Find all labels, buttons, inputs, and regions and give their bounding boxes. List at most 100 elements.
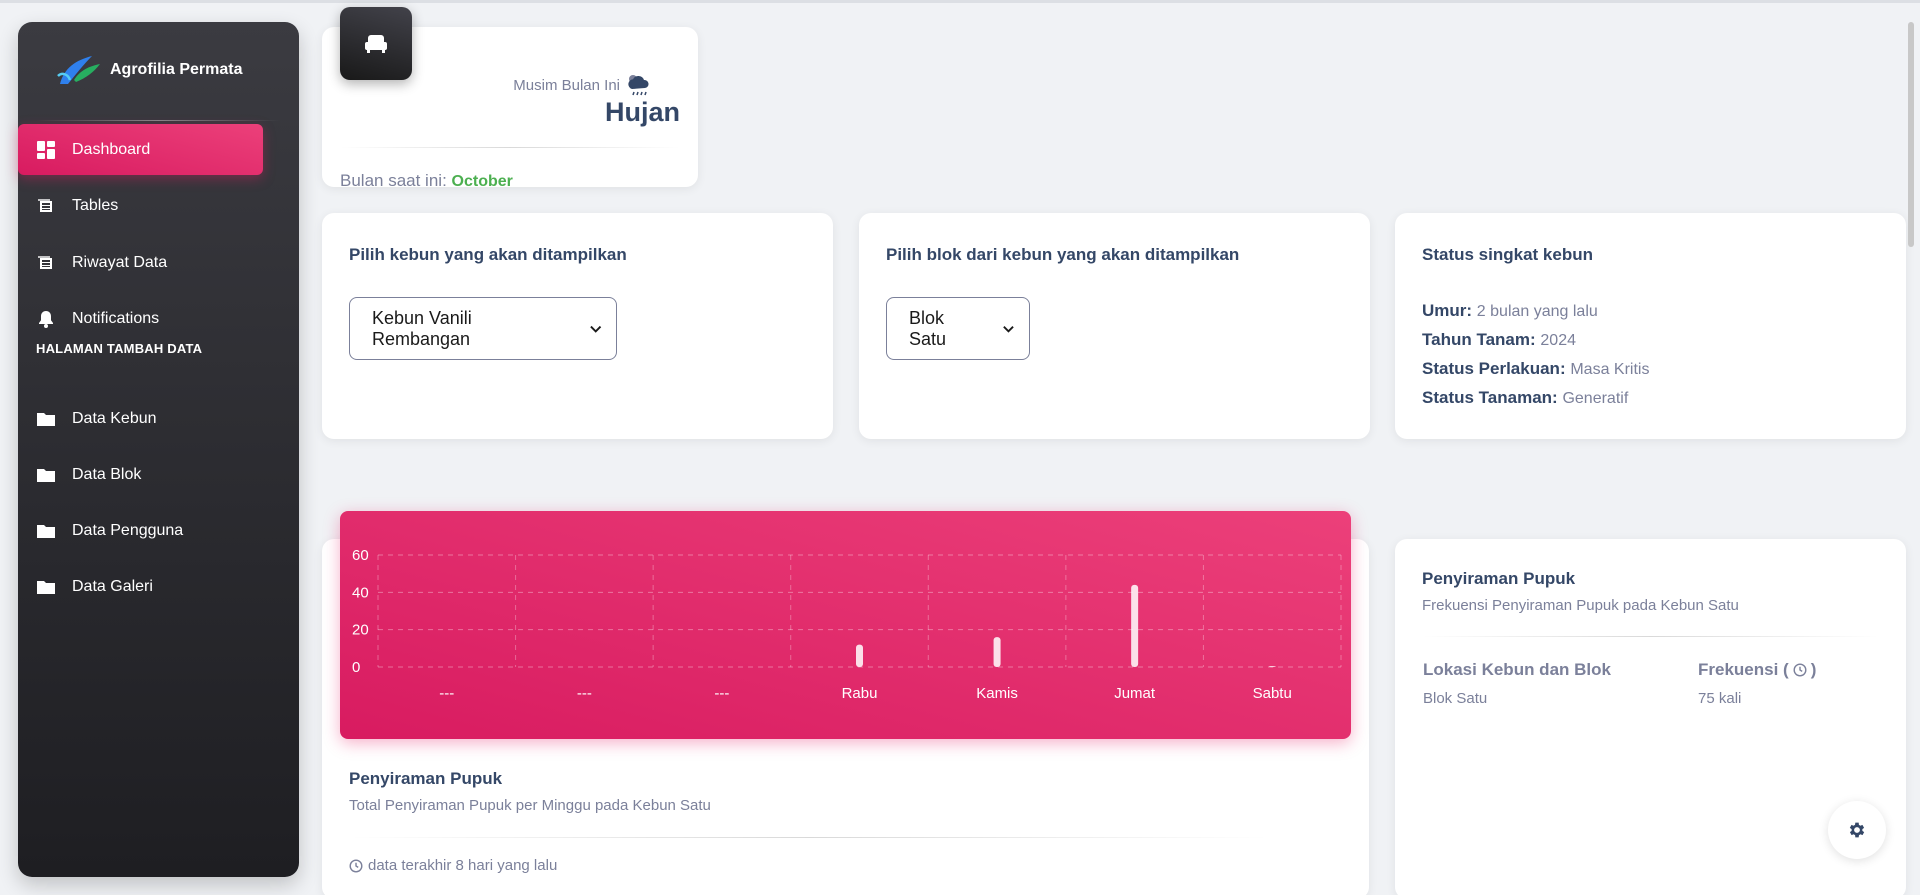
- blok-select[interactable]: Blok Satu: [886, 297, 1030, 360]
- sidebar-item-data-pengguna[interactable]: Data Pengguna: [18, 505, 263, 556]
- status-umur-label: Umur:: [1422, 301, 1473, 320]
- x-tick-label: ---: [439, 685, 454, 702]
- status-umur: Umur: 2 bulan yang lalu: [1422, 301, 1598, 321]
- frequency-card-title: Penyiraman Pupuk: [1422, 569, 1576, 588]
- status-tanaman: Status Tanaman: Generatif: [1422, 388, 1628, 408]
- location-value: Blok Satu: [1423, 690, 1488, 707]
- status-tanaman-label: Status Tanaman:: [1422, 388, 1558, 407]
- season-month-value: October: [451, 173, 513, 190]
- status-perlakuan-value: Masa Kritis: [1570, 361, 1650, 378]
- x-tick-label: ---: [714, 685, 729, 702]
- chart-bar[interactable]: [1131, 584, 1139, 667]
- frequency-value: 75 kali: [1698, 690, 1742, 707]
- sidebar-item-label: Riwayat Data: [72, 253, 168, 271]
- chart-card-footer-text: data terakhir 8 hari yang lalu: [368, 857, 558, 874]
- frequency-header-text: Frekuensi (: [1698, 660, 1789, 679]
- season-label-text: Musim Bulan Ini: [513, 76, 620, 94]
- x-tick-label: Jumat: [1114, 685, 1156, 702]
- status-perlakuan-label: Status Perlakuan:: [1422, 359, 1566, 378]
- kebun-select[interactable]: Kebun Vanili Rembangan: [349, 297, 617, 360]
- chart-bar[interactable]: [1268, 666, 1276, 668]
- location-column-header: Lokasi Kebun dan Blok: [1423, 660, 1611, 679]
- brand[interactable]: Agrofilia Permata: [54, 50, 242, 90]
- table-icon: [36, 253, 56, 273]
- season-month-label: Bulan saat ini:: [340, 171, 447, 190]
- sidebar-item-notifications[interactable]: Notifications: [18, 293, 263, 344]
- sidebar-divider: [36, 120, 281, 121]
- status-tahun-value: 2024: [1540, 332, 1576, 349]
- bar-chart: 0 20 40 60 --- --- --- Rabu Kamis Jumat Sabtu: [352, 547, 1342, 702]
- table-icon: [36, 196, 56, 216]
- y-tick-label: 60: [352, 547, 369, 564]
- gear-icon: [1849, 822, 1865, 838]
- chevron-down-icon: [1003, 325, 1014, 333]
- sidebar-item-label: Data Pengguna: [72, 521, 184, 539]
- chart-card-footer: data terakhir 8 hari yang lalu: [349, 857, 557, 874]
- season-divider: [340, 147, 680, 148]
- season-month: Bulan saat ini: October: [340, 171, 513, 191]
- status-tahun: Tahun Tanam: 2024: [1422, 330, 1576, 350]
- chart-card-divider: [349, 837, 1269, 838]
- brand-logo-icon: [57, 56, 100, 84]
- sidebar-item-data-blok[interactable]: Data Blok: [18, 449, 263, 500]
- blok-select-value: Blok Satu: [909, 307, 947, 349]
- sidebar-item-label: Notifications: [72, 309, 160, 327]
- brand-name: Agrofilia Permata: [110, 61, 243, 78]
- top-border: [0, 0, 1920, 3]
- chart-card-subtitle: Total Penyiraman Pupuk per Minggu pada K…: [349, 797, 711, 814]
- season-value: Hujan: [604, 97, 680, 127]
- sidebar-item-data-galeri[interactable]: Data Galeri: [18, 561, 263, 612]
- sidebar-item-label: Data Blok: [72, 465, 142, 483]
- sidebar-item-label: Tables: [72, 196, 119, 214]
- kebun-select-card: Pilih kebun yang akan ditampilkan Kebun …: [322, 213, 833, 439]
- status-card: Status singkat kebun Umur: 2 bulan yang …: [1395, 213, 1906, 439]
- cloud-rain-icon: [628, 75, 649, 96]
- chart-bar[interactable]: [993, 637, 1001, 667]
- blok-select-card: Pilih blok dari kebun yang akan ditampil…: [859, 213, 1370, 439]
- x-tick-label: Kamis: [976, 685, 1018, 702]
- x-tick-label: Sabtu: [1253, 685, 1292, 702]
- sidebar-item-dashboard[interactable]: Dashboard: [18, 124, 263, 175]
- sofa-icon: [365, 34, 387, 53]
- folder-icon: [36, 521, 56, 541]
- sidebar-section-title: HALAMAN TAMBAH DATA: [36, 341, 203, 356]
- sidebar-item-data-kebun[interactable]: Data Kebun: [18, 393, 263, 444]
- kebun-select-title: Pilih kebun yang akan ditampilkan: [349, 245, 627, 264]
- sidebar-item-label: Data Galeri: [72, 577, 153, 595]
- kebun-select-value: Kebun Vanili Rembangan: [372, 307, 472, 349]
- frequency-column-header: Frekuensi ( ): [1698, 660, 1816, 680]
- status-title: Status singkat kebun: [1422, 245, 1593, 264]
- frequency-header-close: ): [1810, 660, 1817, 679]
- chevron-down-icon: [589, 325, 601, 333]
- dashboard-icon: [36, 140, 56, 160]
- status-tanaman-value: Generatif: [1562, 390, 1629, 407]
- folder-icon: [36, 577, 56, 597]
- season-icon-box: [340, 7, 412, 80]
- y-tick-label: 0: [352, 659, 360, 676]
- frequency-card-divider: [1422, 636, 1879, 637]
- x-tick-label: Rabu: [842, 685, 878, 702]
- page-scrollbar[interactable]: [1908, 22, 1914, 247]
- season-label: Musim Bulan Ini: [513, 71, 652, 99]
- sidebar-item-label: Dashboard: [72, 140, 151, 158]
- status-umur-value: 2 bulan yang lalu: [1476, 303, 1598, 320]
- bell-icon: [36, 309, 56, 329]
- status-perlakuan: Status Perlakuan: Masa Kritis: [1422, 359, 1649, 379]
- chart-bar[interactable]: [856, 644, 863, 667]
- clock-icon: [1793, 663, 1807, 677]
- settings-button[interactable]: [1828, 801, 1886, 859]
- sidebar-item-label: Data Kebun: [72, 409, 157, 427]
- folder-icon: [36, 465, 56, 485]
- sidebar-item-tables[interactable]: Tables: [18, 180, 263, 231]
- frequency-card: Penyiraman Pupuk Frekuensi Penyiraman Pu…: [1395, 539, 1906, 895]
- clock-icon: [349, 858, 363, 873]
- chart-panel: 0 20 40 60 --- --- --- Rabu Kamis Jumat Sabtu: [340, 511, 1351, 739]
- chart-card-title: Penyiraman Pupuk: [349, 769, 503, 788]
- frequency-card-subtitle: Frekuensi Penyiraman Pupuk pada Kebun Sa…: [1422, 597, 1739, 614]
- y-tick-label: 40: [352, 584, 369, 601]
- blok-select-title: Pilih blok dari kebun yang akan ditampil…: [886, 245, 1240, 264]
- status-tahun-label: Tahun Tanam:: [1422, 330, 1536, 349]
- x-tick-label: ---: [577, 685, 592, 702]
- folder-icon: [36, 409, 56, 429]
- sidebar-item-riwayat-data[interactable]: Riwayat Data: [18, 237, 263, 288]
